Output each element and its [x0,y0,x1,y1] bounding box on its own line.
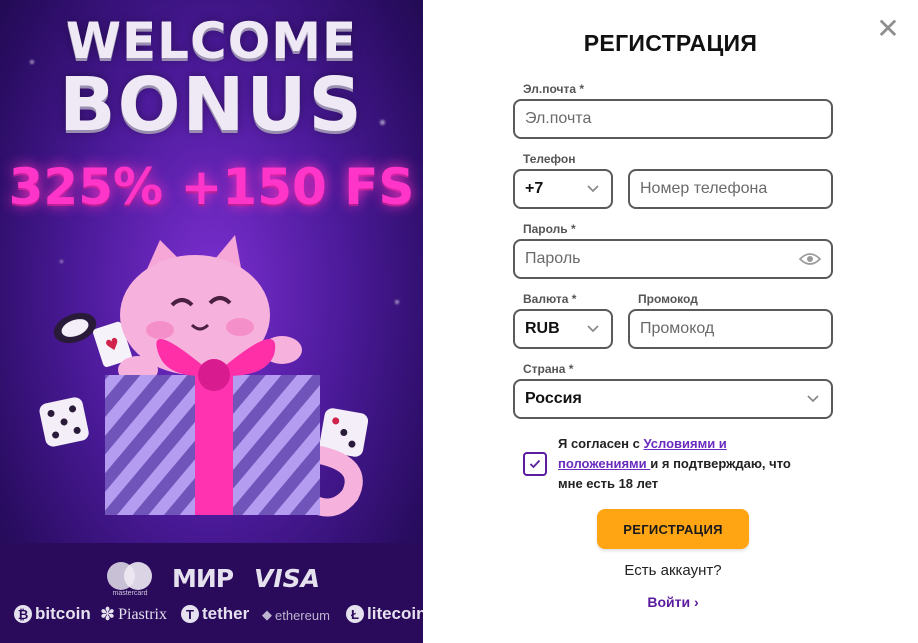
promo-code-field[interactable] [640,320,821,338]
have-account-text: Есть аккаунт? [624,562,722,579]
bitcoin-label: bitcoin [35,604,91,623]
phone-code-value: +7 [525,180,544,197]
promo-title-bonus: BONUS [59,62,364,148]
promo-code-label: Промокод [638,292,698,306]
password-field-wrapper [513,239,833,279]
chevron-down-icon [805,391,821,407]
tether-icon: T [181,605,199,623]
promo-banner: WELCOME BONUS 325% +150 FS ♥ mastercard … [0,0,423,643]
visa-logo: VISA [254,564,321,593]
phone-label: Телефон [523,152,576,166]
ethereum-icon: ◆ [262,607,272,622]
tether-label: tether [202,604,250,623]
mir-logo: МИР [172,564,234,593]
country-value: Россия [525,390,582,407]
piastrix-icon: ✽ [100,604,116,624]
ethereum-label: ethereum [275,607,330,623]
form-title: РЕГИСТРАЦИЯ [583,30,758,56]
dice-icon [39,397,89,447]
terms-text: Я согласен с Условиями и положениями и я… [558,434,808,494]
poker-chip-icon [53,312,97,344]
bitcoin-logo: ₿ bitcoin [14,604,91,624]
piastrix-logo: ✽ Piastrix [100,604,167,625]
tether-logo: T tether [181,604,249,624]
password-field[interactable] [525,250,799,268]
email-field-wrapper [513,99,833,139]
mastercard-label: mastercard [112,590,148,597]
chevron-down-icon [585,321,601,337]
bitcoin-icon: ₿ [14,605,32,623]
chevron-down-icon [585,181,601,197]
eye-icon[interactable] [798,251,822,267]
litecoin-logo: Ł litecoin [346,604,423,624]
check-icon [529,459,541,469]
email-field[interactable] [525,110,821,128]
register-button[interactable]: РЕГИСТРАЦИЯ [597,509,749,549]
currency-label: Валюта * [523,292,577,306]
terms-checkbox[interactable] [523,452,547,476]
login-label: Войти [647,594,691,610]
currency-value: RUB [525,320,560,337]
promo-code-wrapper [628,309,833,349]
litecoin-icon: Ł [346,605,364,623]
payment-logos-row: mastercard МИР VISA [0,560,423,600]
terms-prefix: Я согласен с [558,436,644,451]
crypto-logos-row: ₿ bitcoin ✽ Piastrix T tether ◆ ethereum… [0,604,423,634]
registration-modal: ✕ РЕГИСТРАЦИЯ Эл.почта * Телефон +7 Паро… [423,0,918,643]
email-label: Эл.почта * [523,82,584,96]
promo-bonus-amount: 325% +150 FS [8,158,415,216]
mastercard-logo: mastercard [104,560,156,600]
phone-code-select[interactable]: +7 [513,169,613,209]
phone-field-wrapper [628,169,833,209]
password-label: Пароль * [523,222,576,236]
login-link[interactable]: Войти › [423,594,918,610]
phone-field[interactable] [640,180,821,198]
country-label: Страна * [523,362,574,376]
currency-select[interactable]: RUB [513,309,613,349]
chevron-right-icon: › [693,594,699,610]
cat-gift-illustration: ♥ [39,235,369,517]
ethereum-logo: ◆ ethereum [262,607,330,623]
country-select[interactable]: Россия [513,379,833,419]
piastrix-label: Piastrix [118,605,167,623]
litecoin-label: litecoin [367,604,423,623]
